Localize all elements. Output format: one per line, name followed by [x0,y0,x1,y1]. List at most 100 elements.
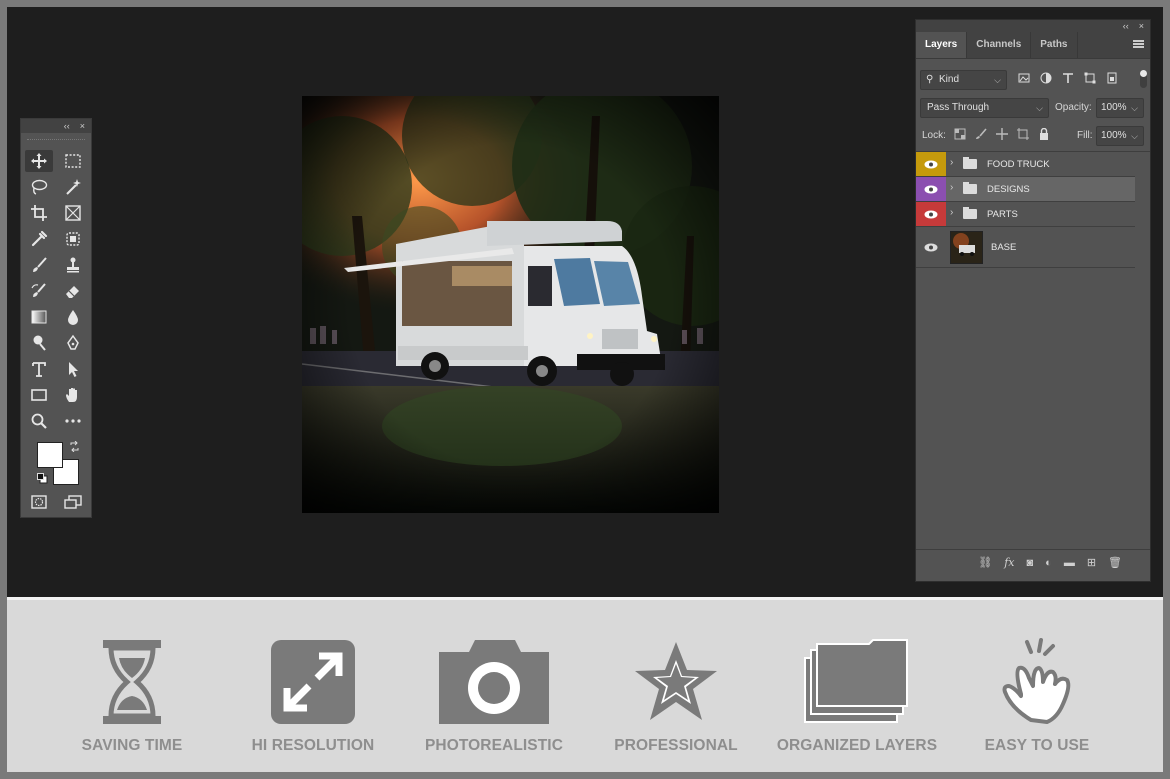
feature-label: ORGANIZED LAYERS [776,737,938,754]
dodge-icon[interactable] [25,332,53,354]
layer-name: PARTS [987,209,1018,220]
fx-icon[interactable]: fx [1004,556,1014,569]
fill-value: 100% [1101,130,1127,141]
lock-position-icon[interactable] [996,128,1008,140]
foreground-color-swatch[interactable] [37,442,63,468]
new-group-icon[interactable]: ▬ [1064,557,1075,569]
history-brush-icon[interactable] [25,280,53,302]
feature-organized-layers: ORGANIZED LAYERS [772,600,942,772]
tab-paths[interactable]: Paths [1031,32,1078,58]
rectangle-icon[interactable] [25,384,53,406]
filter-icons [1018,72,1118,84]
features-strip: SAVING TIME HI RESOLUTION PHOTOREALISTIC… [7,600,1163,772]
eyedropper-icon[interactable] [25,228,53,250]
feature-label: PROFESSIONAL [614,737,738,754]
feature-easy-to-use: EASY TO USE [952,600,1122,772]
layers-panel-footer: ⛓ fx ◙ ◐ ▬ ⊞ 🗑 [916,549,1150,575]
lock-transparent-icon[interactable] [954,128,966,140]
adjustment-layer-icon[interactable]: ◐ [1045,557,1052,569]
mask-icon[interactable]: ◙ [1027,557,1034,569]
feature-saving-time: SAVING TIME [47,600,217,772]
gradient-icon[interactable] [25,306,53,328]
expand-icon [271,640,355,724]
folder-icon [963,157,977,169]
type-icon[interactable] [25,358,53,380]
layer-designs[interactable]: › DESIGNS [916,177,1135,202]
layers-panel: ‹‹ × Layers Channels Paths ⚲ Kind ⌵ Pass… [915,19,1151,582]
opacity-label: Opacity: [1055,102,1092,113]
filter-kind-select[interactable]: ⚲ Kind ⌵ [920,70,1007,90]
feature-label: SAVING TIME [81,737,183,754]
hourglass-icon [103,640,161,724]
frame-icon[interactable] [59,202,87,224]
tab-channels[interactable]: Channels [967,32,1032,58]
brush-icon[interactable] [25,254,53,276]
pixel-filter-icon[interactable] [1018,72,1030,84]
blend-mode-select[interactable]: Pass Through ⌵ [920,98,1049,118]
blur-icon[interactable] [59,306,87,328]
new-layer-icon[interactable]: ⊞ [1087,556,1096,569]
collapse-icon[interactable]: ‹‹ [1123,21,1129,31]
eye-icon[interactable] [916,152,946,176]
food-truck-mockup-image [302,96,719,513]
more-icon[interactable] [59,410,87,432]
marquee-icon[interactable] [59,150,87,172]
folder-icon [963,207,977,219]
stamp-icon[interactable] [59,254,87,276]
camera-icon [439,640,549,724]
swap-colors-icon[interactable] [69,441,80,452]
chevron-right-icon[interactable]: › [950,207,953,218]
opacity-value: 100% [1101,102,1127,113]
eye-icon[interactable] [916,227,946,267]
eye-icon[interactable] [916,177,946,201]
feature-label: HI RESOLUTION [251,737,375,754]
path-select-icon[interactable] [59,358,87,380]
fill-field[interactable]: 100% ⌵ [1096,126,1144,146]
layer-thumbnail [950,231,983,264]
screen-mode-icon[interactable] [59,491,87,513]
default-colors-icon[interactable] [37,473,48,484]
feature-label: EASY TO USE [984,737,1090,754]
type-filter-icon[interactable] [1062,72,1074,84]
lasso-icon[interactable] [25,176,53,198]
layer-name: BASE [991,242,1017,253]
patch-icon[interactable] [59,228,87,250]
collapse-icon[interactable]: ‹‹ [64,121,70,131]
panel-grip[interactable] [27,133,85,140]
panel-menu-icon[interactable] [1133,40,1144,48]
chevron-down-icon: ⌵ [1131,131,1138,141]
lock-artboard-icon[interactable] [1017,128,1029,140]
lock-image-icon[interactable] [975,128,987,140]
pen-icon[interactable] [59,332,87,354]
chevron-right-icon[interactable]: › [950,182,953,193]
move-icon[interactable] [25,150,53,172]
layers-list: › FOOD TRUCK › DESIGNS › PARTS BASE [916,151,1150,562]
layer-food-truck[interactable]: › FOOD TRUCK [916,152,1135,177]
eye-icon[interactable] [916,202,946,226]
layer-parts[interactable]: › PARTS [916,202,1135,227]
crop-icon[interactable] [25,202,53,224]
opacity-field[interactable]: 100% ⌵ [1096,98,1144,118]
zoom-icon[interactable] [25,410,53,432]
filter-toggle[interactable] [1140,70,1147,88]
lock-all-icon[interactable] [1038,128,1050,140]
tab-layers[interactable]: Layers [916,32,968,58]
link-icon[interactable]: ⛓ [978,556,992,569]
hand-icon[interactable] [59,384,87,406]
adjustment-filter-icon[interactable] [1040,72,1052,84]
close-icon[interactable]: × [1139,21,1144,31]
layer-name: FOOD TRUCK [987,159,1050,170]
magic-wand-icon[interactable] [59,176,87,198]
eraser-icon[interactable] [59,280,87,302]
quick-mask-icon[interactable] [25,491,53,513]
chevron-right-icon[interactable]: › [950,157,953,168]
chevron-down-icon: ⌵ [1036,103,1043,113]
close-icon[interactable]: × [80,121,85,131]
fill-label: Fill: [1077,130,1093,141]
shape-filter-icon[interactable] [1084,72,1096,84]
trash-icon[interactable]: 🗑 [1108,556,1122,569]
blend-mode-value: Pass Through [927,102,990,113]
layer-base[interactable]: BASE [916,227,1135,268]
smart-object-filter-icon[interactable] [1106,72,1118,84]
document-canvas[interactable] [302,96,719,513]
